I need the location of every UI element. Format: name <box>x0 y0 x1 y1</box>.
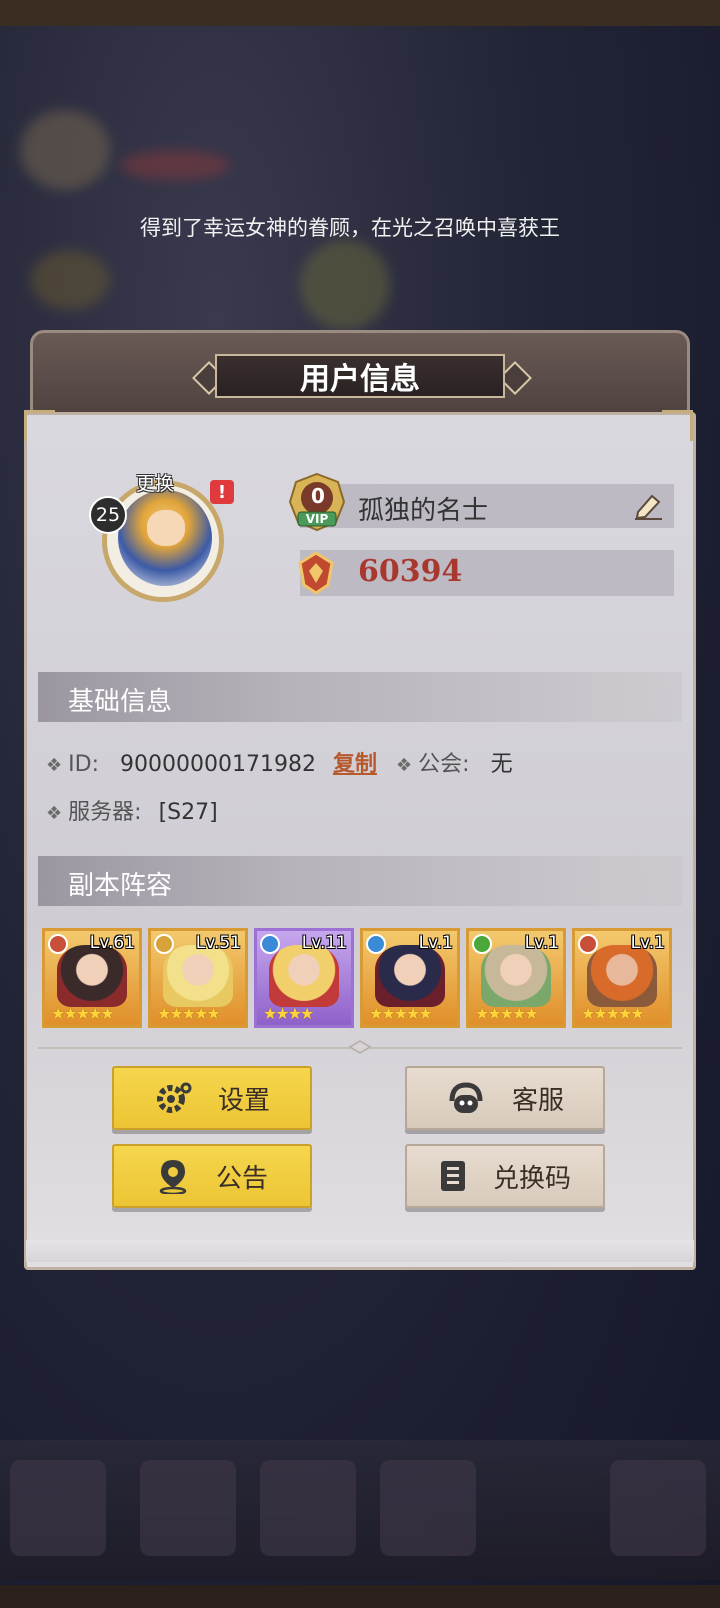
power-value: 60394 <box>358 554 463 589</box>
basic-info-title: 基础信息 <box>68 687 173 717</box>
hero-card[interactable]: Lv.11 ★★★★ <box>254 928 354 1028</box>
hero-card[interactable]: Lv.1 ★★★★★ <box>360 928 460 1028</box>
player-level-badge: 25 <box>89 496 127 534</box>
server-label: 服务器: <box>68 800 142 825</box>
hero-portrait <box>163 945 233 1007</box>
support-label: 客服 <box>511 1085 564 1116</box>
redeem-code-label: 兑换码 <box>492 1163 571 1194</box>
bullet-icon: ❖ <box>396 755 413 776</box>
background-blur-shape <box>30 250 110 310</box>
divider-ornament-icon <box>348 1040 372 1054</box>
hero-class-icon <box>366 934 386 954</box>
hero-portrait <box>587 945 657 1007</box>
hero-class-icon <box>472 934 492 954</box>
vip-level: 0 <box>311 484 325 508</box>
support-button[interactable]: 客服 <box>405 1066 605 1130</box>
hero-portrait <box>269 945 339 1007</box>
redeem-code-button[interactable]: 兑换码 <box>405 1144 605 1208</box>
change-avatar-label[interactable]: 更换 <box>136 469 174 496</box>
notice-label: 公告 <box>215 1163 268 1194</box>
hero-level: Lv.1 <box>524 933 559 953</box>
location-pin-icon <box>159 1160 187 1194</box>
document-icon <box>440 1161 465 1191</box>
guild-row: ❖ 公会: 无 <box>396 746 513 778</box>
hero-level: Lv.61 <box>89 933 135 953</box>
hero-portrait <box>57 945 127 1007</box>
hero-level: Lv.1 <box>418 933 453 953</box>
guild-value: 无 <box>490 752 513 777</box>
hero-stars: ★★★★★ <box>369 1004 433 1023</box>
background-nav-bar <box>0 1440 720 1580</box>
svg-text:VIP: VIP <box>306 512 329 526</box>
hero-portrait <box>481 945 551 1007</box>
bottom-bar <box>0 1585 720 1608</box>
player-name: 孤独的名士 <box>358 496 489 526</box>
hero-level: Lv.51 <box>195 933 241 953</box>
hero-portrait <box>375 945 445 1007</box>
status-bar <box>0 0 720 26</box>
id-value: 90000000171982 <box>119 752 316 777</box>
background-blur-shape <box>20 110 110 190</box>
hero-class-icon <box>154 934 174 954</box>
hero-stars: ★★★★★ <box>51 1004 115 1023</box>
headset-icon <box>449 1082 483 1113</box>
server-row: ❖ 服务器: [S27] <box>46 794 218 826</box>
id-label: ID: <box>68 752 99 777</box>
modal-title: 用户信息 <box>215 354 505 398</box>
hero-card[interactable]: Lv.51 ★★★★★ <box>148 928 248 1028</box>
hero-stars: ★★★★ <box>263 1004 314 1023</box>
currency-bar <box>300 550 674 596</box>
team-title: 副本阵容 <box>68 871 173 901</box>
broadcast-ticker: 得到了幸运女神的眷顾，在光之召唤中喜获王 <box>140 216 560 240</box>
background-blur-shape <box>120 150 230 180</box>
hero-class-icon <box>578 934 598 954</box>
server-value: [S27] <box>158 800 218 825</box>
hero-class-icon <box>48 934 68 954</box>
edit-name-icon[interactable] <box>632 492 664 520</box>
avatar-face <box>147 510 185 546</box>
basic-info-header: 基础信息 <box>38 672 682 722</box>
panel-corner-ornament <box>662 410 693 441</box>
hero-card[interactable]: Lv.1 ★★★★★ <box>466 928 566 1028</box>
team-header: 副本阵容 <box>38 856 682 906</box>
settings-label: 设置 <box>217 1085 270 1116</box>
id-row: ❖ ID: 90000000171982 复制 <box>46 746 377 778</box>
hero-card[interactable]: Lv.1 ★★★★★ <box>572 928 672 1028</box>
hero-stars: ★★★★★ <box>475 1004 539 1023</box>
guild-label: 公会: <box>418 752 470 777</box>
hero-level: Lv.1 <box>630 933 665 953</box>
hero-class-icon <box>260 934 280 954</box>
gear-icon <box>156 1082 192 1113</box>
panel-corner-ornament <box>24 410 55 441</box>
bullet-icon: ❖ <box>46 755 63 776</box>
alert-badge: ! <box>210 480 234 504</box>
copy-id-button[interactable]: 复制 <box>333 752 377 777</box>
hero-stars: ★★★★★ <box>157 1004 221 1023</box>
bullet-icon: ❖ <box>46 803 63 824</box>
hero-stars: ★★★★★ <box>581 1004 645 1023</box>
notice-button[interactable]: 公告 <box>112 1144 312 1208</box>
hero-card[interactable]: Lv.61 ★★★★★ <box>42 928 142 1028</box>
settings-button[interactable]: 设置 <box>112 1066 312 1130</box>
background-blur-shape <box>300 240 390 330</box>
panel-footer-ornament <box>26 1240 694 1262</box>
hero-level: Lv.11 <box>301 933 347 953</box>
power-crest-icon <box>298 551 334 595</box>
